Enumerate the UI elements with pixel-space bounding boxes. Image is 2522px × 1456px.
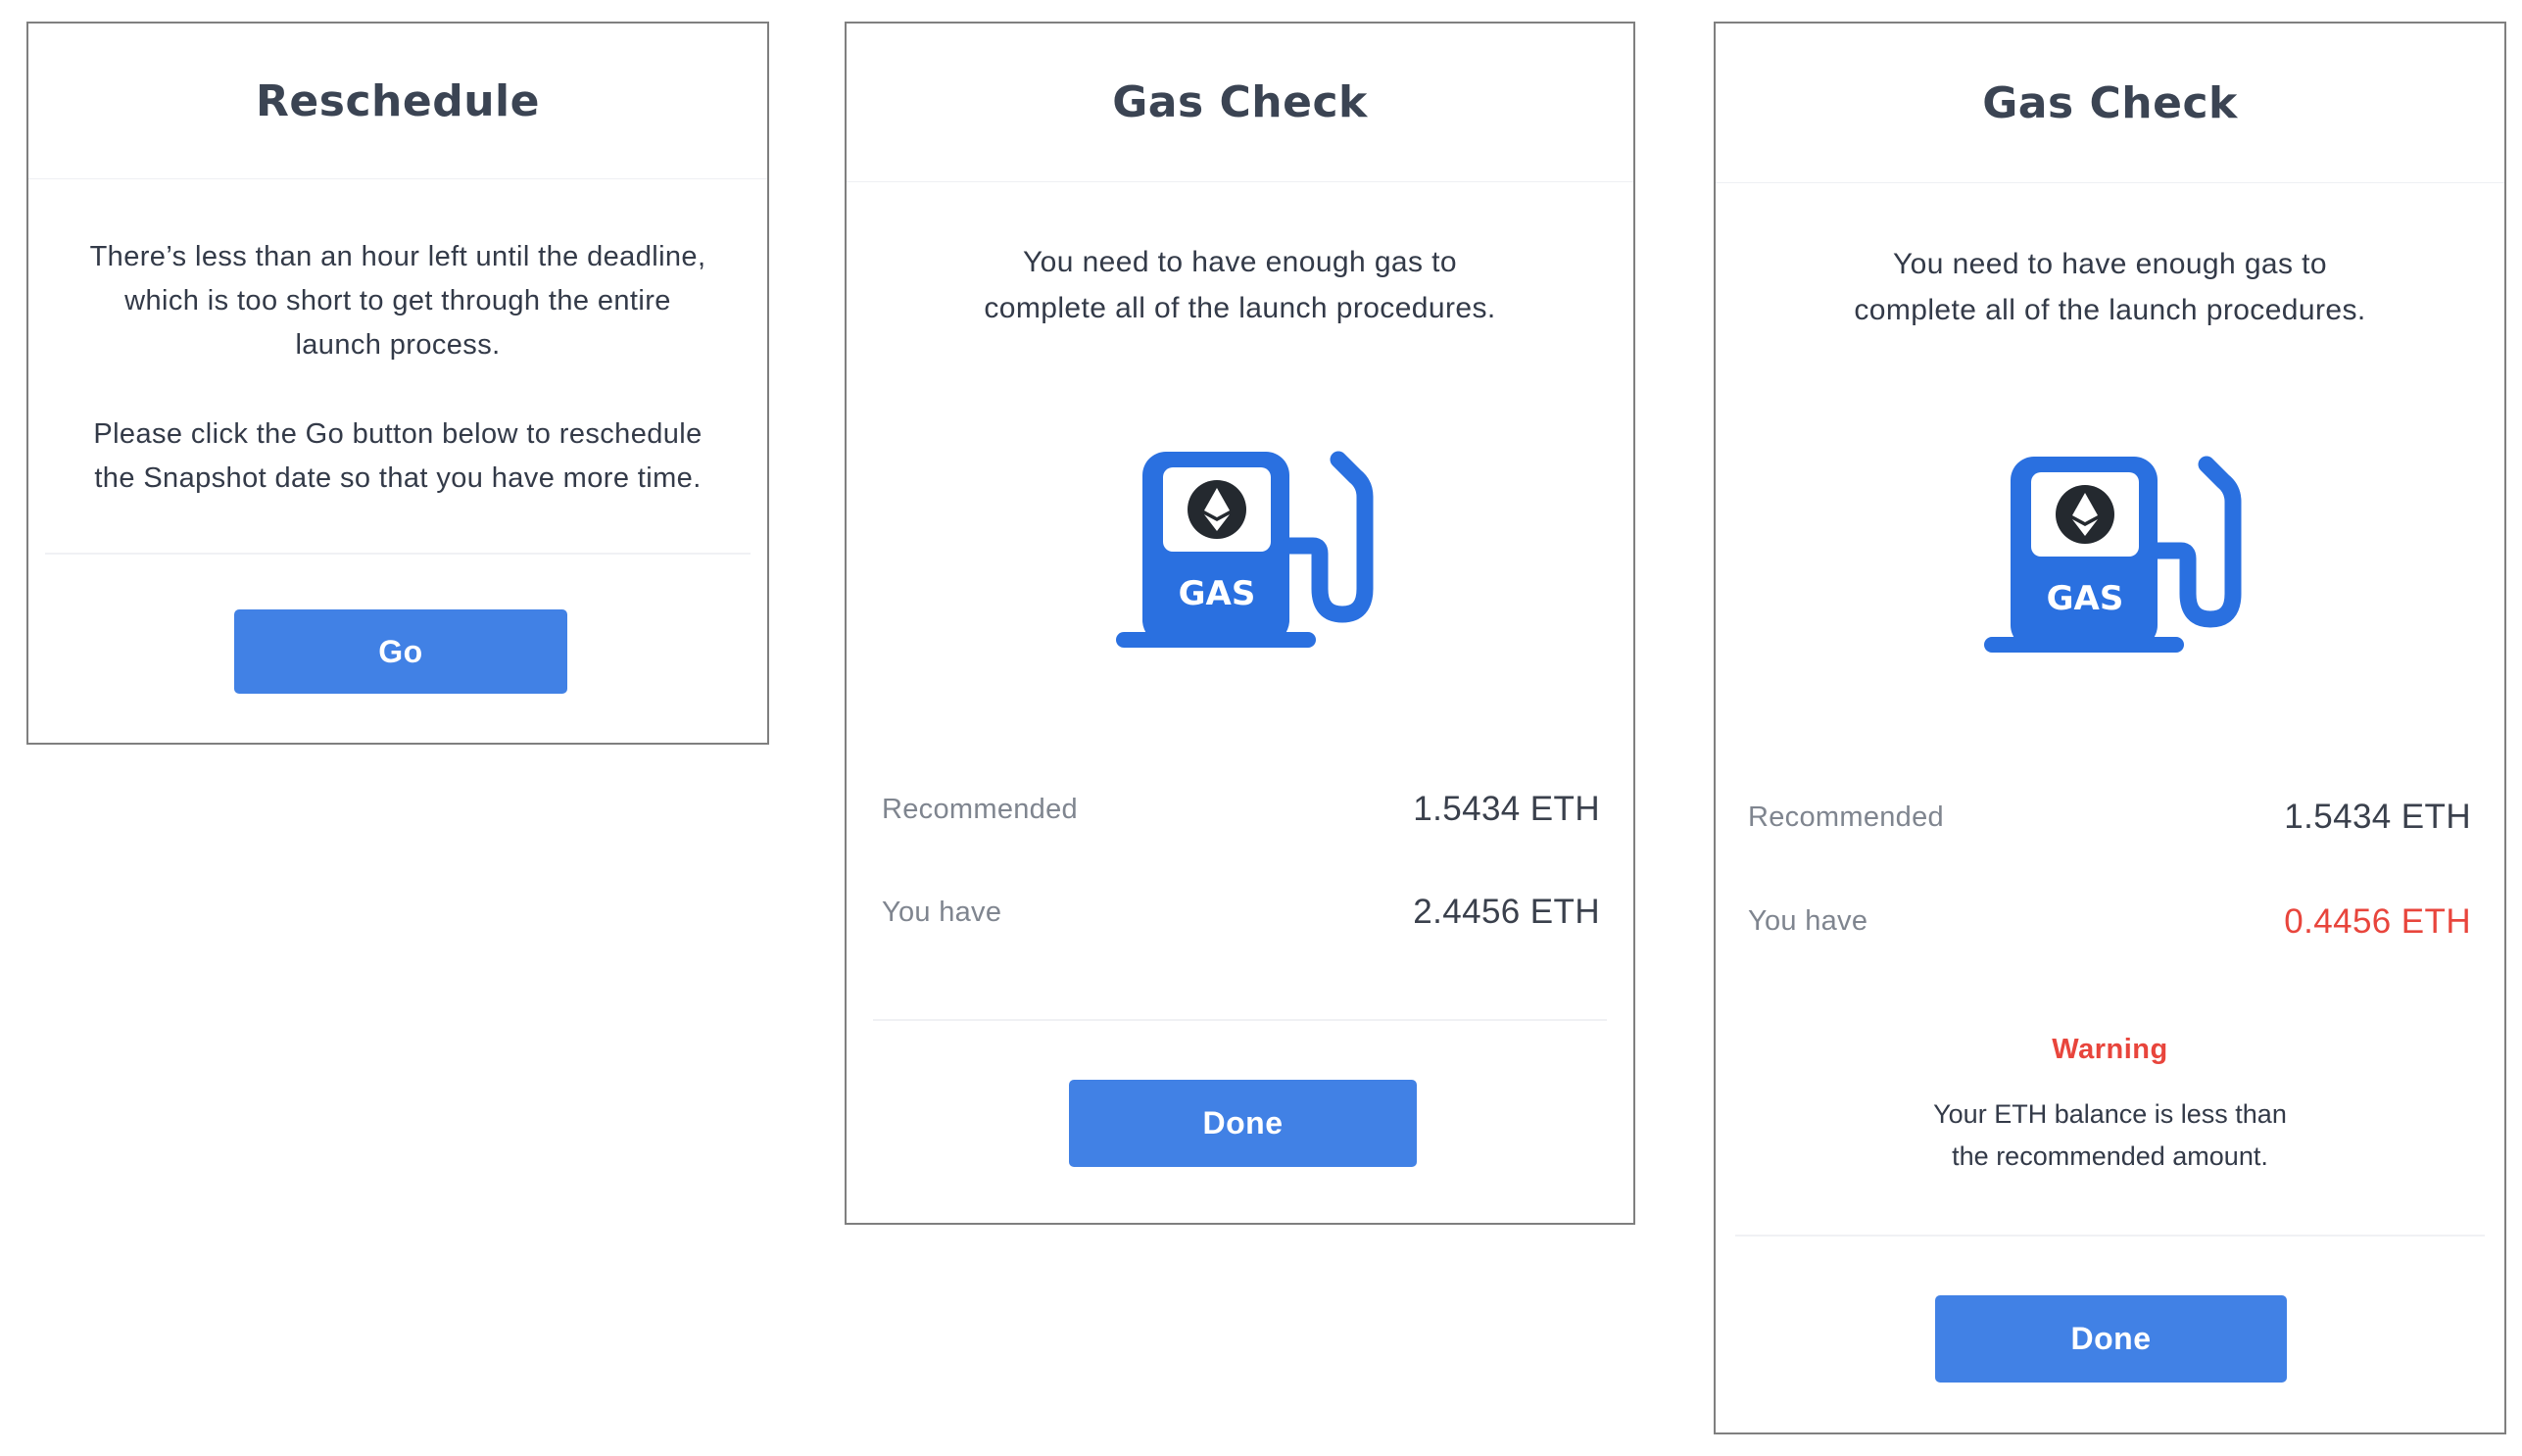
go-button[interactable]: Go <box>234 609 567 694</box>
reschedule-message: There’s less than an hour left until the… <box>89 241 706 361</box>
dialog-title: Gas Check <box>1982 77 2238 128</box>
gas-description: You need to have enough gas to complete … <box>984 246 1496 324</box>
warning-title: Warning <box>2052 1034 2168 1065</box>
gas-check-dialog-low: Gas Check You need to have enough gas to… <box>1714 22 2506 1434</box>
ethereum-icon <box>1188 480 1246 539</box>
you-have-value: 2.4456 ETH <box>1413 893 1600 931</box>
gas-check-header: Gas Check <box>847 24 1633 182</box>
divider <box>1735 1235 2485 1237</box>
gas-pump-icon: GAS <box>1116 451 1374 648</box>
dialog-title: Reschedule <box>256 75 540 126</box>
gas-check-dialog-ok: Gas Check You need to have enough gas to… <box>845 22 1635 1225</box>
pump-label: GAS <box>1179 574 1256 613</box>
recommended-label: Recommended <box>882 794 1078 825</box>
warning-message: Your ETH balance is less than the recomm… <box>1933 1099 2287 1171</box>
gas-pump-icon: GAS <box>1984 456 2242 653</box>
dialog-title: Gas Check <box>1112 77 1368 127</box>
recommended-value: 1.5434 ETH <box>1413 790 1600 828</box>
reschedule-instruction: Please click the Go button below to resc… <box>93 418 703 494</box>
done-button[interactable]: Done <box>1935 1295 2287 1383</box>
divider <box>45 553 751 555</box>
reschedule-header: Reschedule <box>28 24 767 179</box>
you-have-label: You have <box>882 897 1002 928</box>
you-have-value: 0.4456 ETH <box>2284 902 2471 941</box>
done-button[interactable]: Done <box>1069 1080 1417 1167</box>
you-have-label: You have <box>1748 905 1868 937</box>
recommended-value: 1.5434 ETH <box>2284 798 2471 836</box>
gas-description: You need to have enough gas to complete … <box>1854 248 2366 326</box>
recommended-label: Recommended <box>1748 801 1944 833</box>
ethereum-icon <box>2056 485 2114 544</box>
divider <box>873 1019 1607 1021</box>
pump-label: GAS <box>2047 579 2124 618</box>
gas-check-header: Gas Check <box>1716 24 2504 183</box>
reschedule-dialog: Reschedule There’s less than an hour lef… <box>26 22 769 745</box>
